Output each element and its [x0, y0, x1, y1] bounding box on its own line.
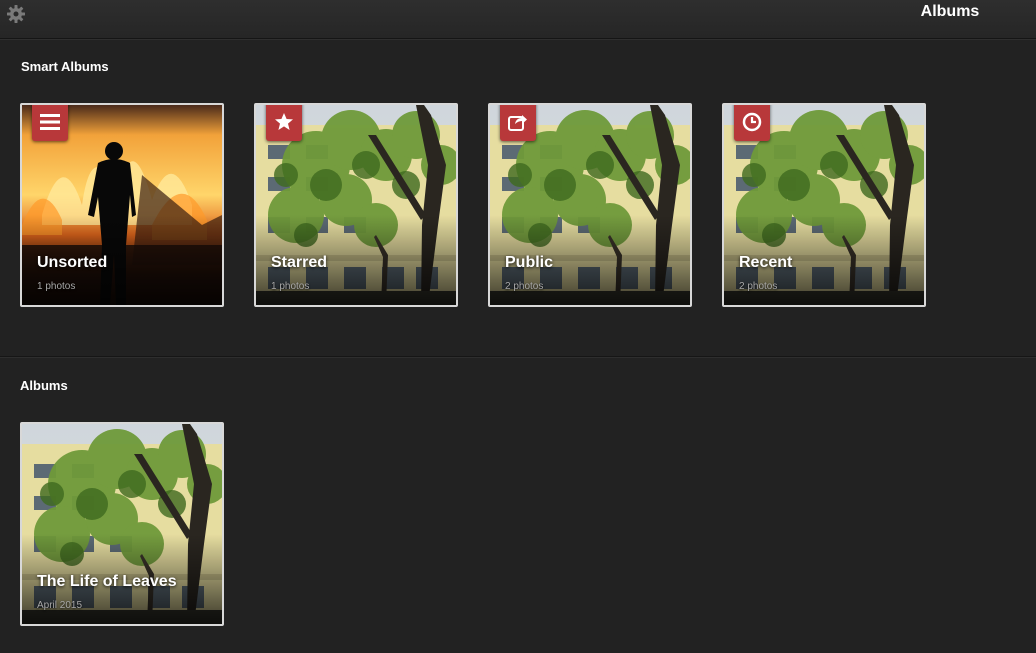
share-icon — [508, 115, 527, 131]
clock-icon — [742, 112, 762, 132]
album-title: Unsorted — [37, 254, 108, 271]
album-public[interactable]: Public 2 photos — [488, 103, 692, 307]
list-icon — [40, 114, 60, 130]
star-icon — [275, 113, 293, 130]
album-photo-count: 1 photos — [37, 281, 76, 292]
badge — [266, 105, 302, 141]
album-date: April 2015 — [37, 600, 83, 611]
album-recent[interactable]: Recent 2 photos — [722, 103, 926, 307]
album-photo-count: 2 photos — [739, 281, 778, 292]
album-title: Starred — [271, 254, 328, 271]
album-photo-count: 1 photos — [271, 281, 310, 292]
top-bar: Albums — [0, 0, 1036, 39]
page-title: Albums — [920, 3, 980, 20]
section-divider — [0, 356, 1036, 358]
album-title: Public — [505, 254, 554, 271]
badge — [734, 105, 770, 141]
album-the-life-of-leaves[interactable]: The Life of Leaves April 2015 — [20, 422, 224, 626]
album-starred[interactable]: Starred 1 photos — [254, 103, 458, 307]
album-title: The Life of Leaves — [37, 573, 177, 590]
album-photo-count: 2 photos — [505, 281, 544, 292]
smart-albums-heading: Smart Albums — [21, 59, 109, 74]
badge — [32, 105, 68, 141]
albums-heading: Albums — [20, 378, 68, 393]
album-title: Recent — [739, 254, 793, 271]
badge — [500, 105, 536, 141]
gear-icon[interactable] — [6, 4, 26, 24]
album-unsorted[interactable]: Unsorted 1 photos — [20, 103, 224, 307]
